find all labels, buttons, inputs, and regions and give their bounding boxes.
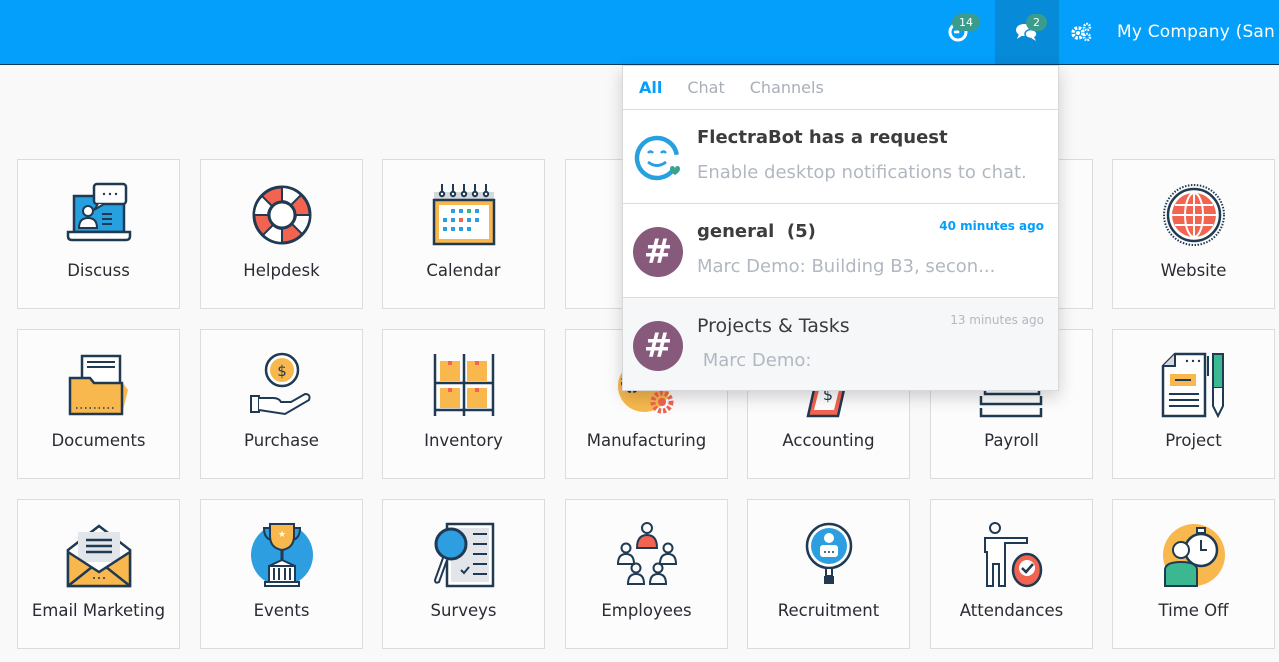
messaging-filter-tabs: All Chat Channels <box>623 66 1058 110</box>
app-label: Project <box>1165 431 1222 450</box>
activity-menu-button[interactable]: 14 <box>928 0 988 64</box>
app-label: Accounting <box>782 431 875 450</box>
app-label: Inventory <box>424 431 503 450</box>
preview-title: FlectraBot has a request <box>697 127 948 148</box>
magnifier-checklist-icon <box>433 522 494 588</box>
top-navbar: 14 2 My Company (San <box>0 0 1279 65</box>
person-check-icon <box>983 522 1042 588</box>
magnifier-person-icon <box>805 522 852 584</box>
hand-coin-icon: $ <box>249 352 310 416</box>
messaging-menu-dropdown: All Chat Channels FlectraBot has a reque… <box>622 65 1059 391</box>
svg-text:$: $ <box>277 362 287 380</box>
app-tile-project[interactable]: Project <box>1112 329 1275 479</box>
app-tile-calendar[interactable]: Calendar <box>382 159 545 309</box>
app-label: Purchase <box>244 431 319 450</box>
app-tile-surveys[interactable]: Surveys <box>382 499 545 649</box>
laptop-chat-icon <box>66 182 131 242</box>
app-label: Employees <box>601 601 692 620</box>
app-tile-documents[interactable]: Documents <box>17 329 180 479</box>
app-tile-events[interactable]: ★ Events <box>200 499 363 649</box>
app-tile-recruitment[interactable]: Recruitment <box>747 499 910 649</box>
app-tile-inventory[interactable]: Inventory <box>382 329 545 479</box>
app-tile-purchase[interactable]: $ Purchase <box>200 329 363 479</box>
app-label: Events <box>253 601 310 620</box>
preview-body: Enable desktop notifications to chat. <box>697 162 1027 183</box>
preview-timestamp: 40 minutes ago <box>939 219 1044 233</box>
tab-chat[interactable]: Chat <box>687 78 724 97</box>
person-stopwatch-icon <box>1162 524 1225 587</box>
settings-menu-button[interactable] <box>1062 0 1100 64</box>
activity-count-badge: 14 <box>952 14 980 31</box>
bot-smiley-icon <box>634 135 680 181</box>
app-label: Manufacturing <box>586 431 707 450</box>
app-label: Email Marketing <box>31 601 166 620</box>
tab-channels[interactable]: Channels <box>750 78 824 97</box>
document-pen-icon <box>1161 352 1224 418</box>
svg-text:★: ★ <box>277 530 285 540</box>
app-label: Helpdesk <box>243 261 320 280</box>
hash-icon: # <box>633 227 683 277</box>
messaging-menu-button[interactable]: 2 <box>995 0 1059 64</box>
app-tile-website[interactable]: Website <box>1112 159 1275 309</box>
company-switcher[interactable]: My Company (San <box>1108 0 1279 64</box>
hash-icon: # <box>633 321 683 371</box>
people-group-icon <box>616 522 677 585</box>
preview-title: general (5) <box>697 221 816 242</box>
tab-all[interactable]: All <box>639 78 662 97</box>
envelope-icon <box>66 524 131 588</box>
app-label: Calendar <box>426 261 501 280</box>
app-label: Attendances <box>959 601 1064 620</box>
preview-body: Marc Demo: Building B3, secon... <box>697 256 996 277</box>
shelves-boxes-icon <box>433 354 494 416</box>
preview-timestamp: 13 minutes ago <box>950 313 1044 327</box>
trophy-icon: ★ <box>250 523 313 587</box>
app-label: Surveys <box>430 601 497 620</box>
globe-icon <box>1162 184 1225 246</box>
folder-icon <box>68 354 128 416</box>
app-tile-attendances[interactable]: Attendances <box>930 499 1093 649</box>
preview-flectrabot-request[interactable]: FlectraBot has a request Enable desktop … <box>623 110 1058 204</box>
app-label: Recruitment <box>777 601 880 620</box>
app-label: Payroll <box>984 431 1039 450</box>
preview-body: Marc Demo: <box>697 350 812 371</box>
lifebuoy-icon <box>252 185 311 245</box>
preview-title: Projects & Tasks <box>697 315 850 337</box>
app-label: Discuss <box>67 261 130 280</box>
app-label: Website <box>1160 261 1227 280</box>
calendar-icon <box>432 184 495 246</box>
app-tile-employees[interactable]: Employees <box>565 499 728 649</box>
app-tile-helpdesk[interactable]: Helpdesk <box>200 159 363 309</box>
messaging-count-badge: 2 <box>1026 14 1047 31</box>
app-label: Time Off <box>1158 601 1229 620</box>
preview-channel-general[interactable]: # general (5) Marc Demo: Building B3, se… <box>623 204 1058 298</box>
app-tile-email-marketing[interactable]: Email Marketing <box>17 499 180 649</box>
gears-icon <box>1071 22 1092 42</box>
app-label: Documents <box>51 431 146 450</box>
preview-channel-projects-tasks[interactable]: # Projects & Tasks Marc Demo: 13 minutes… <box>623 298 1058 390</box>
app-tile-time-off[interactable]: Time Off <box>1112 499 1275 649</box>
app-tile-discuss[interactable]: Discuss <box>17 159 180 309</box>
